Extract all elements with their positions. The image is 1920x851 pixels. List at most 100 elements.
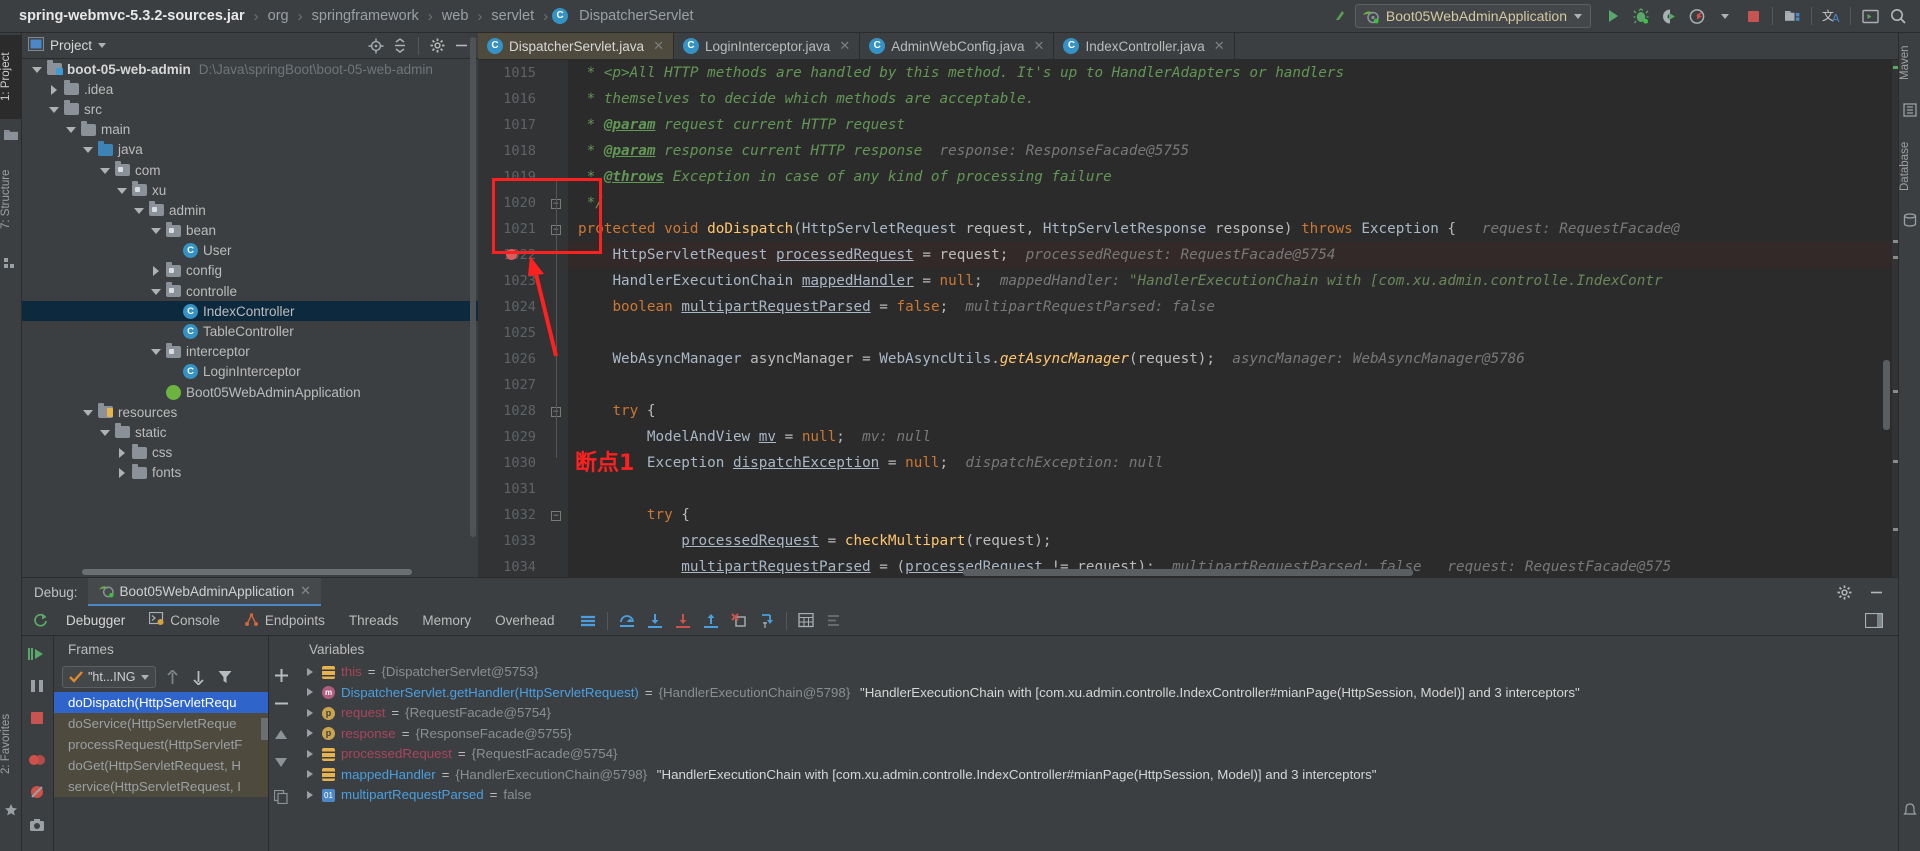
tree-node-interceptor[interactable]: interceptor	[22, 342, 478, 362]
force-step-into-icon[interactable]	[669, 607, 697, 635]
debug-icon[interactable]	[1627, 2, 1655, 30]
step-into-icon[interactable]	[641, 607, 669, 635]
chevron-down-icon[interactable]	[149, 345, 162, 358]
frame-up-icon[interactable]	[164, 668, 182, 686]
settings-panel-icon[interactable]	[1860, 607, 1888, 635]
copy-icon[interactable]	[273, 789, 288, 807]
code-line-1029[interactable]: 1029 ModelAndView mv = null; mv: null	[478, 424, 1906, 450]
chevron-down-icon[interactable]	[81, 143, 94, 156]
folder-icon[interactable]	[4, 129, 18, 143]
locate-icon[interactable]	[365, 35, 387, 57]
gear-icon[interactable]	[426, 35, 448, 57]
tree-node-admin[interactable]: admin	[22, 200, 478, 220]
frames-list[interactable]: doDispatch(HttpServletRequ doService(Http…	[54, 692, 268, 797]
code-line-1027[interactable]: 1027	[478, 372, 1906, 398]
frame-row[interactable]: service(HttpServletRequest, I	[54, 776, 268, 797]
breadcrumb-item-springframework[interactable]: springframework	[307, 8, 424, 24]
hide-panel-icon[interactable]	[1862, 578, 1890, 606]
sidebar-item-database[interactable]: Database	[1899, 129, 1920, 203]
step-out-icon[interactable]	[697, 607, 725, 635]
code-line-1032[interactable]: 1032 − try {	[478, 502, 1906, 528]
code-line-1017[interactable]: 1017 * @param request current HTTP reque…	[478, 112, 1906, 138]
view-breakpoints-icon[interactable]	[28, 752, 46, 771]
gear-icon[interactable]	[1830, 578, 1858, 606]
rerun-icon[interactable]	[26, 607, 54, 635]
sidebar-item-project[interactable]: 1: Project	[0, 35, 22, 119]
chevron-down-icon[interactable]	[98, 426, 111, 439]
move-down-icon[interactable]	[274, 756, 288, 771]
code-line-1033[interactable]: 1033 processedRequest = checkMultipart(r…	[478, 528, 1906, 554]
variable-row[interactable]: p response = {ResponseFacade@5755}	[295, 724, 1898, 745]
tree-node-java[interactable]: java	[22, 140, 478, 160]
code-line-1020[interactable]: 1020− */	[478, 190, 1906, 216]
remove-watch-icon[interactable]	[274, 696, 289, 714]
breadcrumb-item-web[interactable]: web	[437, 8, 474, 24]
tab-debugger[interactable]: Debugger	[54, 606, 137, 636]
notifications-icon[interactable]	[1903, 803, 1917, 817]
pause-icon[interactable]	[29, 678, 45, 697]
code-line-1019[interactable]: 1019 * @throws Exception in case of any …	[478, 164, 1906, 190]
tree-node-indexcontroller[interactable]: C IndexController	[22, 301, 478, 322]
tree-node-fonts[interactable]: fonts	[22, 463, 478, 483]
project-tree-vscrollbar[interactable]	[470, 37, 476, 537]
code-line-1025[interactable]: 1025	[478, 320, 1906, 346]
editor-tab-indexcontroller[interactable]: C IndexController.java ✕	[1054, 33, 1235, 59]
structure-icon[interactable]	[4, 257, 18, 271]
chevron-right-icon[interactable]	[305, 728, 316, 739]
camera-icon[interactable]	[29, 818, 45, 835]
tab-endpoints[interactable]: Endpoints	[232, 606, 337, 636]
code-line-1016[interactable]: 1016 * themselves to decide which method…	[478, 86, 1906, 112]
tab-console[interactable]: Console	[137, 606, 232, 636]
code-line-1026[interactable]: 1026 WebAsyncManager asyncManager = WebA…	[478, 346, 1906, 372]
variable-row[interactable]: this = {DispatcherServlet@5753}	[295, 662, 1898, 683]
tree-node-main[interactable]: main	[22, 120, 478, 140]
layout-settings-icon[interactable]	[574, 607, 602, 635]
sidebar-item-favorites[interactable]: 2: Favorites	[0, 697, 22, 791]
tree-node--idea[interactable]: .idea	[22, 79, 478, 99]
chevron-down-icon[interactable]	[47, 103, 60, 116]
tree-node-boot-05-web-admin[interactable]: boot-05-web-admin D:\Java\springBoot\boot…	[22, 59, 478, 79]
chevron-down-icon[interactable]	[81, 406, 94, 419]
chevron-down-icon[interactable]	[64, 123, 77, 136]
project-structure-icon[interactable]	[1778, 2, 1806, 30]
code-editor[interactable]: 1015 * <p>All HTTP methods are handled b…	[478, 60, 1906, 577]
drop-frame-icon[interactable]	[725, 607, 753, 635]
code-line-1028[interactable]: 1028− try {	[478, 398, 1906, 424]
code-line-1021[interactable]: 1021−protected void doDispatch(HttpServl…	[478, 216, 1906, 242]
code-line-1023[interactable]: 1023 HandlerExecutionChain mappedHandler…	[478, 268, 1906, 294]
add-watch-icon[interactable]	[274, 668, 289, 686]
tab-memory[interactable]: Memory	[410, 606, 483, 636]
database-icon[interactable]	[1903, 213, 1917, 227]
tree-node-tablecontroller[interactable]: C TableController	[22, 321, 478, 341]
tree-node-static[interactable]: static	[22, 422, 478, 442]
star-icon[interactable]	[4, 803, 18, 817]
profiler-icon[interactable]	[1683, 2, 1711, 30]
breadcrumb-item-servlet[interactable]: servlet	[486, 8, 539, 24]
chevron-down-icon[interactable]	[132, 204, 145, 217]
chevron-right-icon[interactable]	[149, 264, 162, 277]
chevron-right-icon[interactable]	[305, 790, 316, 801]
terminal-icon[interactable]	[1856, 2, 1884, 30]
close-icon[interactable]: ✕	[1034, 38, 1045, 54]
chevron-down-icon[interactable]	[98, 164, 111, 177]
chevron-down-icon[interactable]	[149, 224, 162, 237]
collapse-all-icon[interactable]	[389, 35, 411, 57]
chevron-down-icon[interactable]	[149, 285, 162, 298]
chevron-down-icon[interactable]	[140, 674, 149, 680]
run-with-coverage-icon[interactable]	[1655, 2, 1683, 30]
tree-node-logininterceptor[interactable]: C LoginInterceptor	[22, 362, 478, 382]
breadcrumb-root[interactable]: spring-webmvc-5.3.2-sources.jar	[14, 8, 250, 24]
chevron-down-icon[interactable]	[1574, 13, 1582, 19]
tree-node-css[interactable]: css	[22, 443, 478, 463]
code-fold-icon[interactable]: −	[551, 511, 561, 521]
maven-icon[interactable]	[1903, 103, 1917, 117]
editor-hscrollbar[interactable]	[963, 569, 1413, 576]
variable-row[interactable]: 01 multipartRequestParsed = false	[295, 785, 1898, 806]
code-line-1015[interactable]: 1015 * <p>All HTTP methods are handled b…	[478, 60, 1906, 86]
chevron-right-icon[interactable]	[115, 466, 128, 479]
chevron-right-icon[interactable]	[305, 708, 316, 719]
search-icon[interactable]	[1884, 2, 1912, 30]
editor-tab-logininterceptor[interactable]: C LoginInterceptor.java ✕	[674, 33, 861, 59]
chevron-down-icon[interactable]	[1711, 2, 1739, 30]
editor-tab-dispatcherservlet[interactable]: C DispatcherServlet.java ✕	[478, 33, 674, 59]
